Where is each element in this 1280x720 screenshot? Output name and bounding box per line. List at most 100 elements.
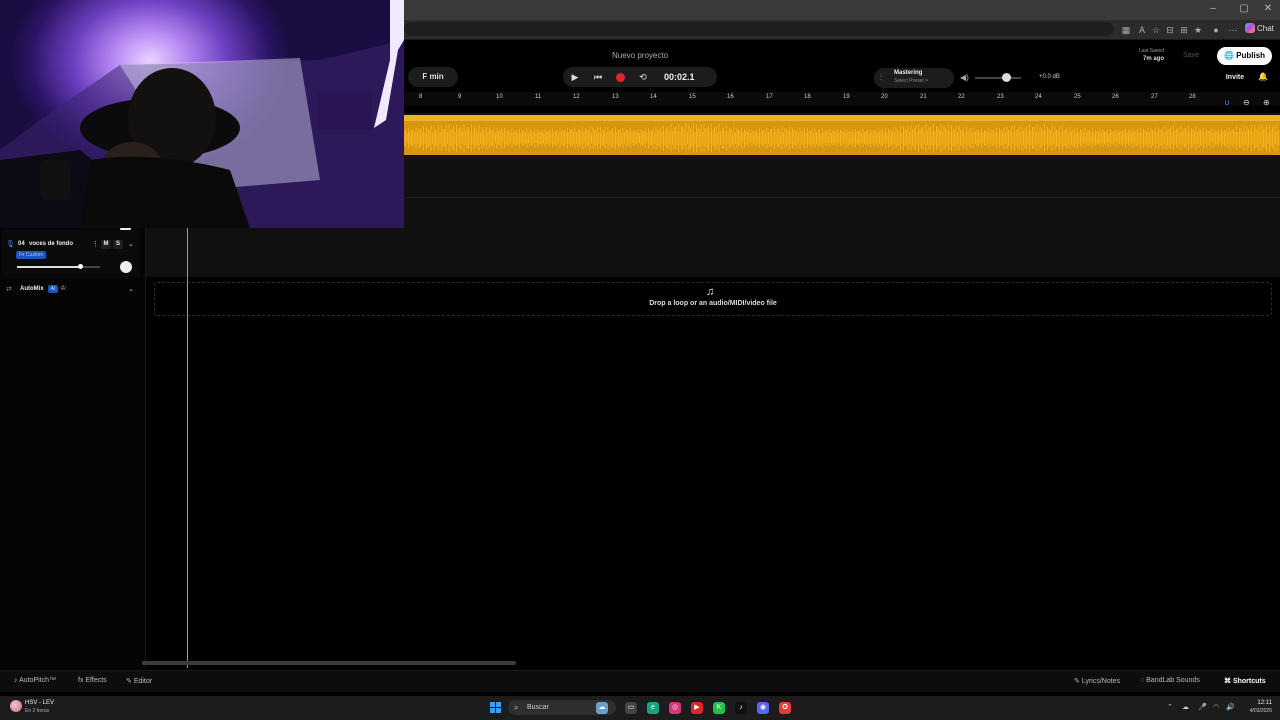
mastering-label: Mastering xyxy=(894,70,923,76)
track-volume-handle[interactable] xyxy=(78,264,83,269)
master-volume-slider[interactable] xyxy=(975,77,1021,79)
chevron-down-icon[interactable]: ⌄ xyxy=(128,285,134,293)
weather-subtitle: En 2 horas xyxy=(25,708,50,714)
pan-knob[interactable] xyxy=(120,261,132,273)
save-button[interactable]: Save xyxy=(1170,48,1212,64)
copilot-chat-button[interactable]: Chat xyxy=(1245,23,1274,33)
app-icon[interactable]: ✪ xyxy=(779,702,791,714)
play-icon[interactable]: ▶ xyxy=(570,72,580,82)
speaker-icon[interactable]: ◀) xyxy=(960,73,969,82)
time-display: 00:02.1 xyxy=(664,72,695,82)
instagram-icon[interactable]: ◎ xyxy=(669,702,681,714)
copilot-icon xyxy=(1245,23,1255,33)
publish-button[interactable]: 🌐 Publish xyxy=(1217,47,1272,65)
publish-label: Publish xyxy=(1236,51,1266,60)
master-volume-knob[interactable] xyxy=(1002,73,1011,82)
playhead[interactable] xyxy=(187,228,188,668)
weather-title[interactable]: HSV - LEV xyxy=(25,700,54,706)
maximize-button[interactable]: ▢ xyxy=(1235,3,1253,14)
track-volume-track[interactable] xyxy=(80,266,100,268)
tiktok-icon[interactable]: ♪ xyxy=(735,702,747,714)
weather-icon[interactable] xyxy=(10,700,22,712)
collections-icon[interactable]: ★ xyxy=(1192,24,1204,36)
ruler-bar-15: 15 xyxy=(689,94,696,100)
webcam-scene xyxy=(0,0,404,228)
volume-icon[interactable]: 🔊 xyxy=(1226,703,1235,711)
effects-label: Effects xyxy=(85,677,107,684)
edge-browser-icon[interactable]: e xyxy=(647,702,659,714)
close-window-button[interactable]: ✕ xyxy=(1259,3,1277,14)
shortcuts-button[interactable]: ⌘ Shortcuts xyxy=(1224,677,1266,685)
chevron-down-icon[interactable]: ⌄ xyxy=(128,240,134,248)
lyrics-notes-button[interactable]: ✎ Lyrics/Notes xyxy=(1074,677,1120,685)
ruler-bar-24: 24 xyxy=(1035,94,1042,100)
loop-icon[interactable]: ⟲ xyxy=(638,72,648,82)
project-title[interactable]: Nuevo proyecto xyxy=(560,51,720,60)
favorite-star-icon[interactable]: ☆ xyxy=(1150,24,1162,36)
solo-button[interactable]: S xyxy=(113,240,123,249)
editor-label: Editor xyxy=(133,678,153,685)
save-label: Save xyxy=(1183,52,1199,59)
windows-start-icon[interactable] xyxy=(490,702,501,713)
fx-badge[interactable]: Fx Custom xyxy=(16,251,47,259)
cloud-icon[interactable]: ☁ xyxy=(1182,703,1189,711)
ruler-bar-22: 22 xyxy=(958,94,965,100)
ruler-bar-23: 23 xyxy=(997,94,1004,100)
bell-icon[interactable]: 🔔 xyxy=(1258,72,1268,81)
track-menu-icon[interactable]: ⋮ xyxy=(92,240,99,248)
ruler-bar-9: 9 xyxy=(458,94,462,100)
clock-time[interactable]: 12:11 xyxy=(1240,700,1272,706)
wifi-icon[interactable]: ◠ xyxy=(1213,703,1219,711)
volume-db-readout: +0.0 dB xyxy=(1039,74,1060,80)
minimize-button[interactable]: – xyxy=(1204,3,1222,14)
ruler-bar-21: 21 xyxy=(920,94,927,100)
last-saved-time: 7m ago xyxy=(1142,56,1164,62)
youtube-icon[interactable]: ▶ xyxy=(691,702,703,714)
more-menu-icon[interactable]: ⋯ xyxy=(1227,24,1239,36)
zoom-in-icon[interactable]: ⊕ xyxy=(1263,98,1270,107)
ruler-bar-28: 28 xyxy=(1189,94,1196,100)
ruler-bar-18: 18 xyxy=(804,94,811,100)
profile-avatar-icon[interactable]: ● xyxy=(1210,24,1222,36)
ruler-bar-14: 14 xyxy=(650,94,657,100)
reader-icon[interactable]: ⊟ xyxy=(1164,24,1176,36)
invite-button[interactable]: Invite xyxy=(1220,70,1250,86)
drop-zone-text: Drop a loop or an audio/MIDI/video file xyxy=(649,300,777,307)
ruler-bar-12: 12 xyxy=(573,94,580,100)
chevron-up-icon[interactable]: ⌃ xyxy=(1167,703,1173,711)
crown-icon: ♔ xyxy=(60,285,67,292)
snap-magnet-icon[interactable]: ∪ xyxy=(1224,98,1230,107)
zoom-out-icon[interactable]: ⊖ xyxy=(1243,98,1250,107)
mastering-preset-label: Select Preset > xyxy=(894,78,929,84)
waveform xyxy=(404,123,1279,153)
ruler-bar-11: 11 xyxy=(535,94,542,100)
editor-button[interactable]: ✎ Editor xyxy=(126,677,152,685)
ruler-bar-13: 13 xyxy=(612,94,619,100)
microphone-icon[interactable]: 🎤 xyxy=(1198,703,1207,711)
bandlab-sounds-button[interactable]: ◌ BandLab Sounds xyxy=(1140,677,1200,684)
ruler-bar-8: 8 xyxy=(419,94,423,100)
ruler-bar-25: 25 xyxy=(1074,94,1081,100)
extensions-icon[interactable]: ▦ xyxy=(1120,24,1132,36)
clock-date[interactable]: 4/03/2026 xyxy=(1236,708,1272,714)
ruler-bar-16: 16 xyxy=(727,94,734,100)
autopitch-button[interactable]: ♪ AutoPitch™ xyxy=(14,677,56,684)
mute-button[interactable]: M xyxy=(101,240,111,249)
skip-to-start-icon[interactable]: ⏮ xyxy=(593,72,603,82)
effects-button[interactable]: fx Effects xyxy=(78,677,107,684)
kick-icon[interactable]: K xyxy=(713,702,725,714)
discord-icon[interactable]: ◉ xyxy=(757,702,769,714)
track-name[interactable]: voces de fondo xyxy=(29,241,73,247)
address-bar[interactable] xyxy=(404,22,1114,36)
track-volume-fill[interactable] xyxy=(17,266,81,268)
read-aloud-icon[interactable]: A xyxy=(1136,24,1148,36)
horizontal-scrollbar[interactable] xyxy=(142,661,516,665)
widget-icon[interactable]: ☁ xyxy=(596,702,608,714)
task-view-icon[interactable]: ▭ xyxy=(625,702,637,714)
key-selector-button[interactable]: F min xyxy=(408,67,458,87)
microphone-icon: 🎙 xyxy=(6,241,15,248)
record-button[interactable] xyxy=(616,73,625,82)
split-screen-icon[interactable]: ⊞ xyxy=(1178,24,1190,36)
ruler-bar-20: 20 xyxy=(881,94,888,100)
autopitch-label: AutoPitch™ xyxy=(19,677,57,684)
